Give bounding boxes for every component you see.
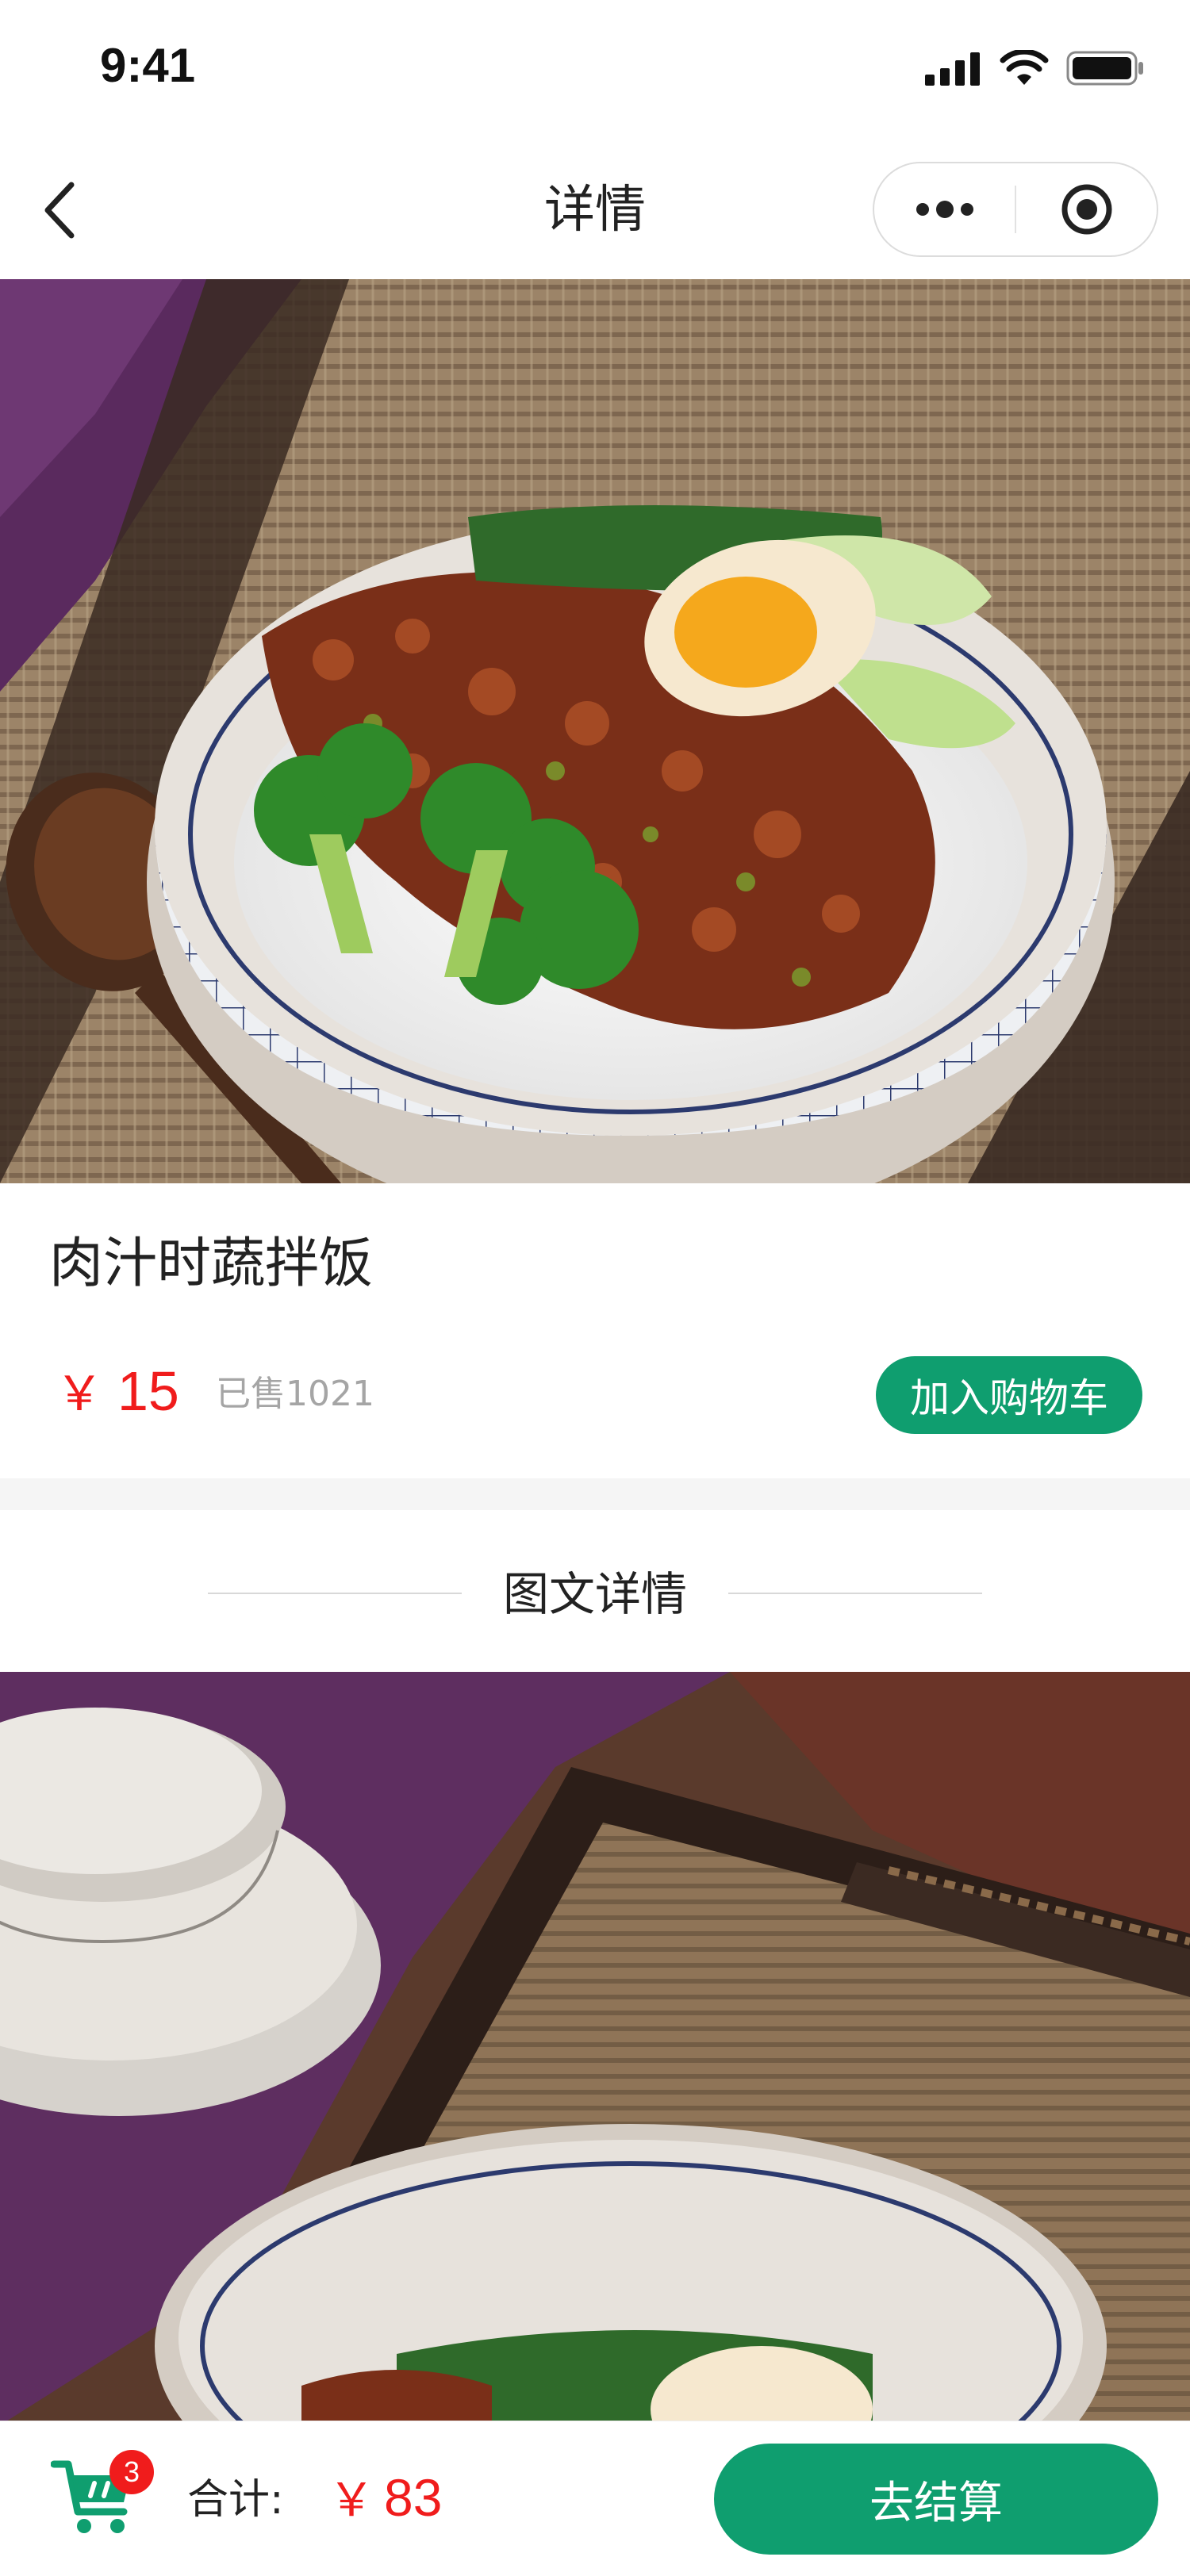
close-miniprogram-button[interactable] <box>1016 163 1157 255</box>
total-amount: ￥ 83 <box>328 2466 442 2532</box>
total-currency: ￥ <box>328 2474 375 2526</box>
status-bar: 9:41 <box>0 0 1190 143</box>
product-info: 肉汁时蔬拌饭 ￥ 15 已售1021 加入购物车 <box>0 1183 1190 1478</box>
price-currency: ￥ <box>56 1367 103 1420</box>
sold-count: 已售1021 <box>216 1370 374 1418</box>
details-section-header: 图文详情 <box>0 1510 1190 1672</box>
sold-label: 已售 <box>216 1374 286 1414</box>
product-price: ￥ 15 <box>56 1359 179 1426</box>
miniprogram-capsule <box>873 162 1158 257</box>
battery-icon <box>1066 51 1143 86</box>
more-button[interactable] <box>874 163 1015 255</box>
bottom-bar: 3 合计: ￥ 83 去结算 <box>0 2421 1190 2576</box>
section-divider <box>0 1478 1190 1510</box>
add-to-cart-button[interactable]: 加入购物车 <box>876 1356 1142 1434</box>
target-icon <box>1061 184 1111 235</box>
details-section-title: 图文详情 <box>502 1567 687 1621</box>
cart-button[interactable]: 3 <box>50 2450 154 2536</box>
total-value: 83 <box>384 2468 443 2527</box>
product-photo <box>0 279 1190 1183</box>
price-value: 15 <box>117 1360 179 1422</box>
signal-icon <box>925 52 980 86</box>
detail-image <box>0 1672 1190 2425</box>
total-label: 合计: <box>187 2476 284 2524</box>
status-time: 9:41 <box>100 39 196 92</box>
product-name: 肉汁时蔬拌饭 <box>49 1232 374 1295</box>
detail-photo <box>0 1672 1190 2425</box>
nav-bar: 详情 <box>0 143 1190 279</box>
product-image <box>0 279 1190 1183</box>
wifi-icon <box>1000 50 1049 85</box>
status-icons <box>925 49 1146 87</box>
checkout-button[interactable]: 去结算 <box>714 2444 1158 2555</box>
sold-value: 1021 <box>286 1374 374 1414</box>
more-dots-icon <box>916 201 973 218</box>
cart-count-badge: 3 <box>109 2450 154 2494</box>
section-line-right <box>728 1593 982 1594</box>
